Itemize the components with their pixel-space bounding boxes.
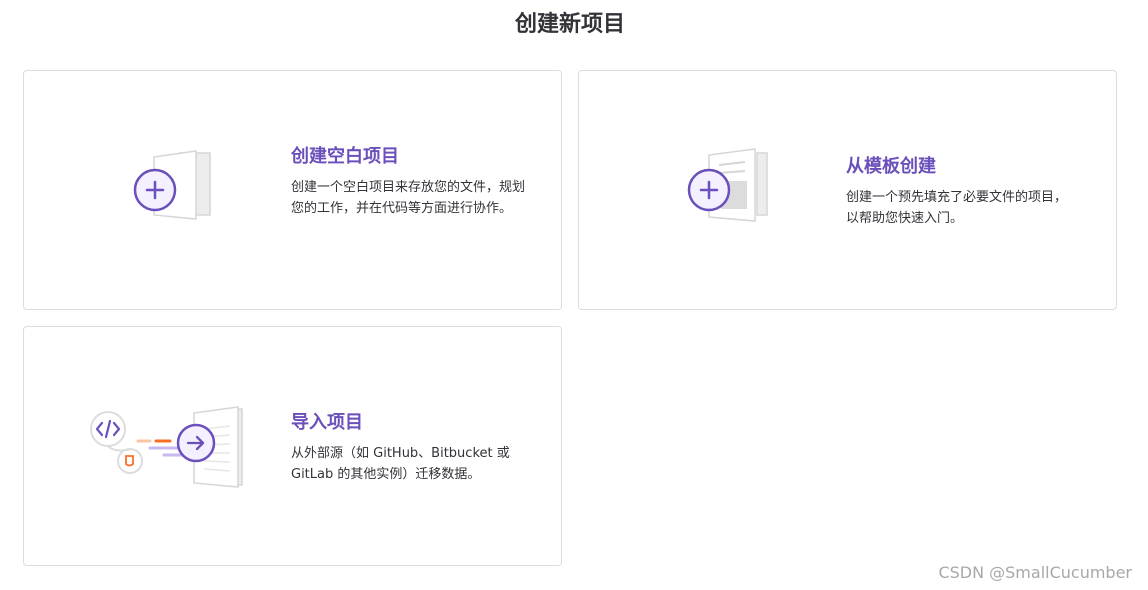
watermark: CSDN @SmallCucumber: [938, 563, 1132, 582]
page-title: 创建新项目: [514, 12, 625, 37]
create-blank-project-card[interactable]: 创建空白项目 创建一个空白项目来存放您的文件，规划您的工作，并在代码等方面进行协…: [23, 70, 562, 310]
card-title: 创建空白项目: [291, 146, 399, 167]
card-description: 从外部源（如 GitHub、Bitbucket 或 GitLab 的其他实例）迁…: [291, 446, 510, 482]
card-description: 创建一个预先填充了必要文件的项目，以帮助您快速入门。: [846, 190, 1068, 226]
card-title: 从模板创建: [846, 156, 936, 177]
card-title: 导入项目: [291, 412, 363, 433]
create-from-template-card[interactable]: 从模板创建 创建一个预先填充了必要文件的项目，以帮助您快速入门。: [578, 70, 1117, 310]
import-arrow-icon: [90, 406, 243, 488]
card-description: 创建一个空白项目来存放您的文件，规划您的工作，并在代码等方面进行协作。: [291, 180, 526, 216]
plus-document-icon: [133, 150, 211, 220]
template-document-icon: [687, 148, 768, 222]
import-project-card[interactable]: 导入项目 从外部源（如 GitHub、Bitbucket 或 GitLab 的其…: [23, 326, 562, 566]
